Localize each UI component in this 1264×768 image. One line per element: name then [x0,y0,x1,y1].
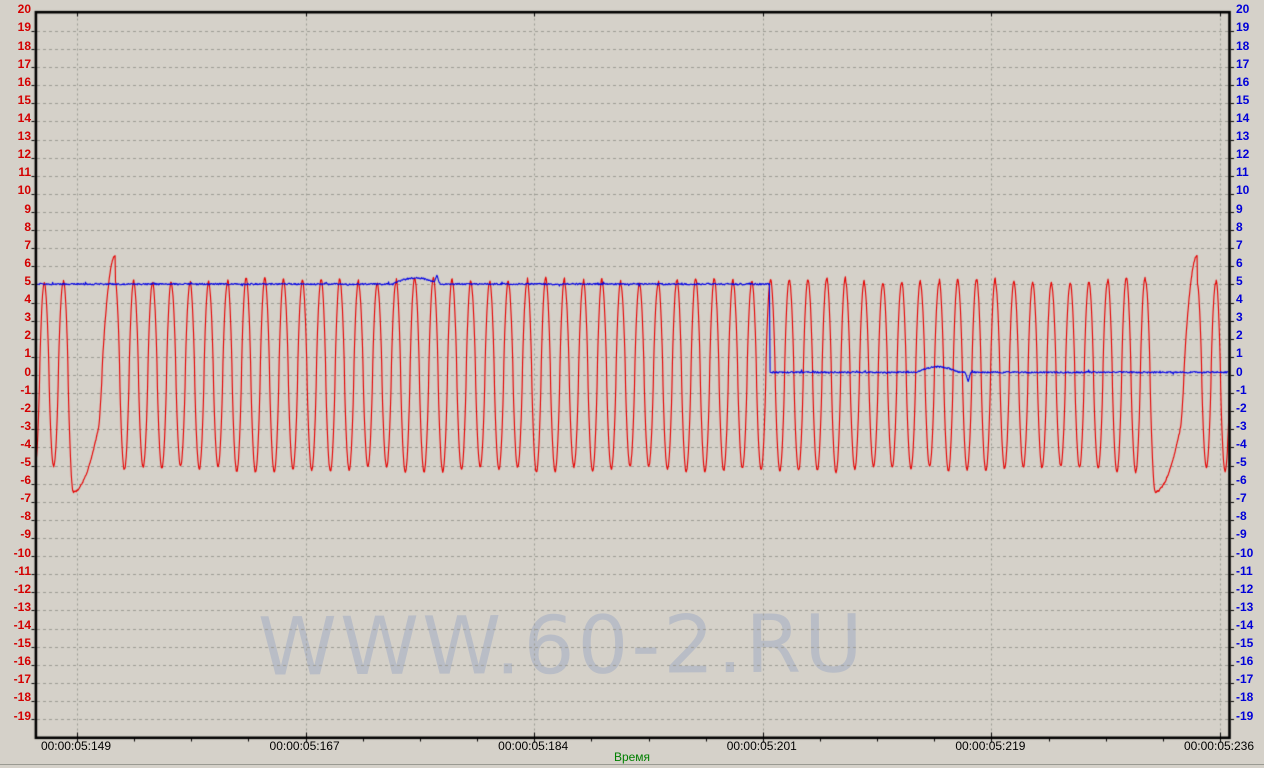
y-axis-label-right: -17 [1236,673,1264,686]
y-axis-label-left: 11 [0,166,31,179]
y-axis-label-right: 11 [1236,166,1264,179]
y-axis-label-right: -13 [1236,601,1264,614]
y-axis-label-right: 1 [1236,347,1264,360]
x-tick-label: 00:00:05:149 [16,740,136,753]
y-axis-label-left: 13 [0,130,31,143]
y-axis-label-right: -14 [1236,619,1264,632]
y-axis-label-right: 2 [1236,329,1264,342]
y-axis-label-left: 0 [0,366,31,379]
y-axis-label-right: 19 [1236,21,1264,34]
y-axis-label-right: 8 [1236,221,1264,234]
y-axis-label-right: -15 [1236,637,1264,650]
y-axis-label-left: 12 [0,148,31,161]
y-axis-label-left: -19 [0,710,31,723]
y-axis-label-right: 17 [1236,58,1264,71]
y-axis-label-right: 6 [1236,257,1264,270]
y-axis-label-left: -5 [0,456,31,469]
y-axis-label-left: -6 [0,474,31,487]
y-axis-label-right: 14 [1236,112,1264,125]
y-axis-label-left: 5 [0,275,31,288]
y-axis-label-left: 8 [0,221,31,234]
y-axis-label-right: -8 [1236,510,1264,523]
y-axis-label-left: -16 [0,655,31,668]
y-axis-label-right: -4 [1236,438,1264,451]
oscillogram-viewer: WWW.60-2.RU 2019181716151413121110987654… [0,0,1264,768]
y-axis-label-left: -11 [0,565,31,578]
y-axis-label-left: -2 [0,402,31,415]
x-tick-label: 00:00:05:201 [702,740,822,753]
y-axis-label-left: -3 [0,420,31,433]
y-axis-label-right: 16 [1236,76,1264,89]
y-axis-label-right: -9 [1236,528,1264,541]
y-axis-label-left: -13 [0,601,31,614]
y-axis-label-right: 18 [1236,40,1264,53]
y-axis-label-left: 17 [0,58,31,71]
y-axis-label-left: 4 [0,293,31,306]
y-axis-label-right: 0 [1236,366,1264,379]
y-axis-label-right: 9 [1236,203,1264,216]
y-axis-label-right: -1 [1236,384,1264,397]
y-axis-label-right: 10 [1236,184,1264,197]
y-axis-label-left: -10 [0,547,31,560]
y-axis-label-right: -16 [1236,655,1264,668]
y-axis-label-right: -11 [1236,565,1264,578]
y-axis-label-left: 15 [0,94,31,107]
y-axis-label-left: -18 [0,691,31,704]
y-axis-label-left: 1 [0,347,31,360]
y-axis-label-right: -12 [1236,583,1264,596]
y-axis-label-right: 4 [1236,293,1264,306]
y-axis-label-right: -5 [1236,456,1264,469]
y-axis-label-left: 10 [0,184,31,197]
y-axis-label-left: -15 [0,637,31,650]
y-axis-label-right: -2 [1236,402,1264,415]
y-axis-label-right: -19 [1236,710,1264,723]
x-tick-label: 00:00:05:236 [1159,740,1264,753]
x-tick-label: 00:00:05:184 [473,740,593,753]
y-axis-label-right: -10 [1236,547,1264,560]
y-axis-label-right: 5 [1236,275,1264,288]
y-axis-label-left: 20 [0,3,31,16]
y-axis-label-left: -14 [0,619,31,632]
y-axis-label-left: -4 [0,438,31,451]
bottom-edge-divider [0,764,1264,765]
y-axis-label-left: -7 [0,492,31,505]
y-axis-label-left: -17 [0,673,31,686]
y-axis-label-left: -12 [0,583,31,596]
y-axis-label-right: 12 [1236,148,1264,161]
y-axis-label-right: 15 [1236,94,1264,107]
x-tick-label: 00:00:05:219 [930,740,1050,753]
y-axis-label-right: 3 [1236,311,1264,324]
y-axis-label-left: 18 [0,40,31,53]
y-axis-label-left: 7 [0,239,31,252]
y-axis-label-right: -6 [1236,474,1264,487]
y-axis-label-right: 20 [1236,3,1264,16]
y-axis-label-left: 9 [0,203,31,216]
y-axis-label-left: 19 [0,21,31,34]
y-axis-label-left: -9 [0,528,31,541]
y-axis-label-left: 3 [0,311,31,324]
waveform-plot-canvas[interactable] [0,0,1264,768]
y-axis-label-left: 16 [0,76,31,89]
y-axis-label-left: 14 [0,112,31,125]
x-tick-label: 00:00:05:167 [245,740,365,753]
y-axis-label-left: 2 [0,329,31,342]
y-axis-label-left: -1 [0,384,31,397]
y-axis-label-right: -7 [1236,492,1264,505]
y-axis-label-right: -3 [1236,420,1264,433]
y-axis-label-right: 13 [1236,130,1264,143]
x-axis-title: Время [582,751,682,764]
y-axis-label-left: -8 [0,510,31,523]
y-axis-label-left: 6 [0,257,31,270]
y-axis-label-right: -18 [1236,691,1264,704]
y-axis-label-right: 7 [1236,239,1264,252]
